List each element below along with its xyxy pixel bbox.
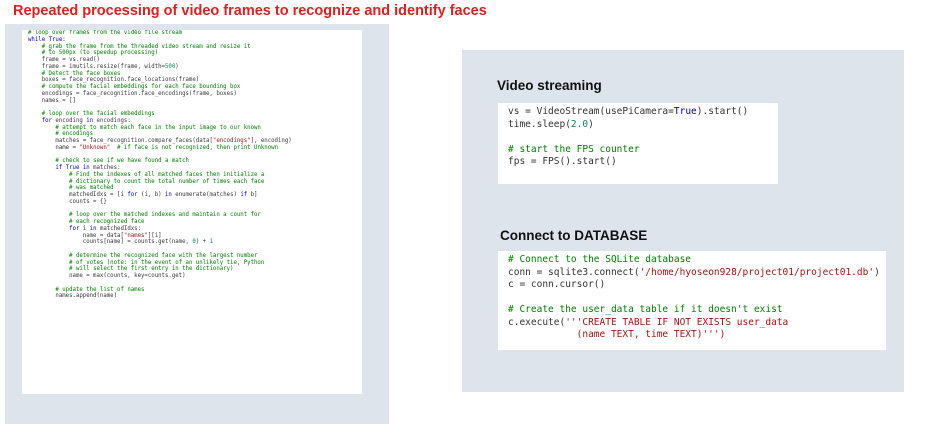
code-line: fps = FPS().start() (508, 156, 617, 167)
code-line: # grab the frame from the threaded video… (41, 43, 251, 50)
code-line: # loop over the matched indexes and main… (69, 212, 261, 219)
code-line: matchedIdxs = [i for (i, b) in enumerate… (28, 192, 258, 198)
code-line: name = "Unknown" # if face is not recogn… (28, 144, 278, 151)
code-line: # will select the first entry in the dic… (69, 266, 234, 273)
code-line: frame = vs.read() (28, 57, 100, 63)
code-line: name = max(counts, key=counts.get) (28, 273, 186, 279)
code-line: counts = {} (28, 198, 107, 205)
database-code: # Connect to the SQLite database conn = s… (498, 251, 886, 350)
code-lines: vs = VideoStream(usePiCamera=True).start… (498, 106, 778, 169)
video-streaming-code: vs = VideoStream(usePiCamera=True).start… (498, 103, 778, 184)
code-line: # each recognized face (69, 219, 145, 225)
code-line: # encodings (55, 131, 94, 138)
code-line: name = data["names"][i] (28, 232, 162, 239)
code-line: # Connect to the SQLite database (508, 254, 692, 265)
code-line: time.sleep(2.0) (508, 118, 594, 130)
code-line: # update the list of names (55, 286, 145, 293)
code-lines: # Connect to the SQLite database conn = s… (498, 254, 886, 342)
code-line: while True: (28, 36, 66, 43)
code-line: # check to see if we have found a match (55, 158, 189, 165)
code-line: # compute the facial embeddings for each… (41, 84, 241, 90)
code-line: boxes = face_recognition.face_locations(… (28, 77, 200, 84)
code-lines: # loop over frames from the video file s… (22, 30, 362, 300)
code-line: # Create the user_data table if it doesn… (508, 304, 783, 315)
code-line: if True in matches: (55, 165, 121, 171)
code-line: vs = VideoStream(usePiCamera=True).start… (508, 106, 749, 117)
code-line: # of votes (note: in the event of an unl… (69, 259, 265, 266)
code-line: # loop over frames from the video file s… (28, 30, 183, 36)
video-streaming-heading: Video streaming (497, 78, 602, 93)
code-line: # loop over the facial embeddings (41, 111, 155, 117)
database-heading: Connect to DATABASE (500, 228, 648, 243)
code-line: # start the FPS counter (508, 143, 640, 155)
code-line: conn = sqlite3.connect('/home/hyoseon928… (508, 266, 880, 278)
code-line: matches = face_recognition.compare_faces… (28, 138, 292, 144)
code-line: # dictionary to count the total number o… (69, 178, 265, 185)
code-line: (name TEXT, time TEXT)''') (508, 329, 726, 340)
code-line: c.execute('''CREATE TABLE IF NOT EXISTS … (508, 316, 789, 328)
code-line: c = conn.cursor() (508, 279, 606, 290)
code-line: # Find the indexes of all matched faces … (69, 171, 265, 178)
face-recognition-loop-code: # loop over frames from the video file s… (22, 30, 362, 394)
code-line: frame = imutils.resize(frame, width=500) (28, 63, 179, 70)
code-line: # to 500px (to speedup processing) (41, 50, 159, 57)
code-line: for i in matchedIdxs: (69, 225, 142, 232)
code-line: # determine the recognized face with the… (69, 252, 258, 259)
code-line: names.append(name) (28, 293, 118, 300)
code-line: for encoding in encodings: (41, 117, 131, 124)
code-line: # was matched (69, 185, 114, 192)
code-line: names = [] (28, 97, 76, 104)
code-line: encodings = face_recognition.face_encodi… (28, 90, 237, 97)
code-line: # attempt to match each face in the inpu… (55, 124, 261, 131)
slide-title: Repeated processing of video frames to r… (13, 3, 487, 19)
code-line: counts[name] = counts.get(name, 0) + 1 (28, 239, 213, 246)
code-line: # Detect the face boxes (41, 70, 121, 77)
